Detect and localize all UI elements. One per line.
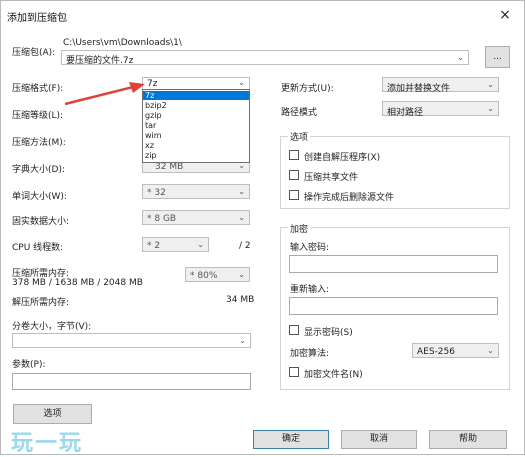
- sfx-checkbox[interactable]: [289, 150, 299, 160]
- encrypt-names-label: 加密文件名(N): [304, 370, 363, 380]
- cpu-value: * 2: [147, 241, 161, 251]
- decompress-memory-value: 34 MB: [226, 295, 255, 305]
- watermark-logo: 玩一玩: [11, 431, 84, 456]
- options-group-title: 选项: [288, 130, 311, 143]
- encryption-group-title: 加密: [288, 222, 311, 235]
- cpu-total: / 2: [239, 241, 251, 251]
- format-option-xz[interactable]: xz: [143, 141, 249, 150]
- archive-path: C:\Users\vm\Downloads\1\: [63, 38, 182, 48]
- split-combo[interactable]: ⌄: [12, 333, 251, 348]
- archive-filename-combo[interactable]: 要压缩的文件.7z ⌄: [61, 50, 469, 66]
- format-option-7z[interactable]: 7z: [143, 91, 249, 100]
- delete-after-label: 操作完成后删除源文件: [304, 193, 395, 203]
- pathmode-label: 路径模式: [281, 108, 318, 118]
- solid-value: * 8 GB: [147, 214, 177, 224]
- chevron-down-icon: ⌄: [238, 270, 245, 279]
- archive-filename: 要压缩的文件.7z: [66, 56, 134, 66]
- chevron-down-icon: ⌄: [197, 240, 204, 249]
- browse-button[interactable]: ...: [485, 46, 510, 68]
- shared-checkbox[interactable]: [289, 170, 299, 180]
- word-value: * 32: [147, 188, 166, 198]
- update-value: 添加并替换文件: [387, 84, 451, 94]
- split-label: 分卷大小，字节(V):: [12, 322, 92, 332]
- update-combo[interactable]: 添加并替换文件 ⌄: [382, 77, 499, 94]
- repeat-password-input[interactable]: [289, 297, 498, 315]
- chevron-down-icon: ⌄: [238, 187, 245, 196]
- chevron-down-icon: ⌄: [487, 346, 494, 355]
- chevron-down-icon: ⌄: [238, 213, 245, 222]
- encryption-method-label: 加密算法:: [290, 349, 330, 359]
- memory-percent: * 80%: [190, 271, 218, 281]
- chevron-down-icon: ⌄: [457, 53, 464, 62]
- password-input[interactable]: [289, 255, 498, 273]
- format-option-zip[interactable]: zip: [143, 151, 249, 160]
- encrypt-names-checkbox[interactable]: [289, 367, 299, 377]
- decompress-memory-label: 解压所需内存:: [12, 298, 70, 308]
- chevron-down-icon: ⌄: [239, 336, 246, 345]
- password-label: 输入密码:: [290, 243, 330, 253]
- cpu-label: CPU 线程数:: [12, 243, 64, 253]
- show-password-label: 显示密码(S): [304, 328, 353, 338]
- chevron-down-icon: ⌄: [487, 104, 494, 113]
- delete-after-checkbox[interactable]: [289, 190, 299, 200]
- title-bar: 添加到压缩包 ×: [1, 1, 524, 31]
- solid-label: 固实数据大小:: [12, 217, 70, 227]
- solid-combo[interactable]: * 8 GB ⌄: [142, 210, 250, 225]
- dict-label: 字典大小(D):: [12, 165, 65, 175]
- update-label: 更新方式(U):: [281, 84, 334, 94]
- encryption-method-value: AES-256: [417, 347, 455, 357]
- format-dropdown-list: 7z bzip2 gzip tar wim xz zip: [142, 89, 250, 163]
- pathmode-value: 相对路径: [387, 108, 424, 118]
- format-option-wim[interactable]: wim: [143, 131, 249, 140]
- format-option-tar[interactable]: tar: [143, 121, 249, 130]
- word-label: 单词大小(W):: [12, 192, 67, 202]
- archive-label: 压缩包(A):: [12, 48, 56, 58]
- dialog-window: 添加到压缩包 × 压缩包(A): C:\Users\vm\Downloads\1…: [0, 0, 525, 456]
- format-label: 压缩格式(F):: [12, 84, 64, 94]
- format-option-gzip[interactable]: gzip: [143, 111, 249, 120]
- level-label: 压缩等级(L):: [12, 111, 64, 121]
- close-icon[interactable]: ×: [494, 6, 516, 24]
- repeat-password-label: 重新输入:: [290, 285, 330, 295]
- method-label: 压缩方法(M):: [12, 138, 66, 148]
- params-label: 参数(P):: [12, 360, 46, 370]
- compress-memory-value: 378 MB / 1638 MB / 2048 MB: [12, 278, 143, 288]
- dict-value: 32 MB: [155, 162, 184, 172]
- shared-label: 压缩共享文件: [304, 173, 359, 183]
- word-combo[interactable]: * 32 ⌄: [142, 184, 250, 199]
- pathmode-combo[interactable]: 相对路径 ⌄: [382, 101, 499, 118]
- chevron-down-icon: ⌄: [238, 78, 245, 87]
- show-password-checkbox[interactable]: [289, 325, 299, 335]
- encryption-method-combo[interactable]: AES-256 ⌄: [412, 343, 499, 358]
- red-arrow-annotation: [64, 82, 145, 106]
- sfx-label: 创建自解压程序(X): [304, 153, 381, 163]
- ok-button[interactable]: 确定: [253, 430, 329, 449]
- cancel-button[interactable]: 取消: [341, 430, 417, 449]
- params-input[interactable]: [12, 373, 251, 390]
- window-title: 添加到压缩包: [7, 13, 67, 24]
- chevron-down-icon: ⌄: [487, 80, 494, 89]
- memory-percent-combo[interactable]: * 80% ⌄: [185, 267, 250, 282]
- format-option-bzip2[interactable]: bzip2: [143, 101, 249, 110]
- cpu-combo[interactable]: * 2 ⌄: [142, 237, 209, 252]
- options-button[interactable]: 选项: [13, 404, 92, 424]
- help-button[interactable]: 帮助: [429, 430, 507, 449]
